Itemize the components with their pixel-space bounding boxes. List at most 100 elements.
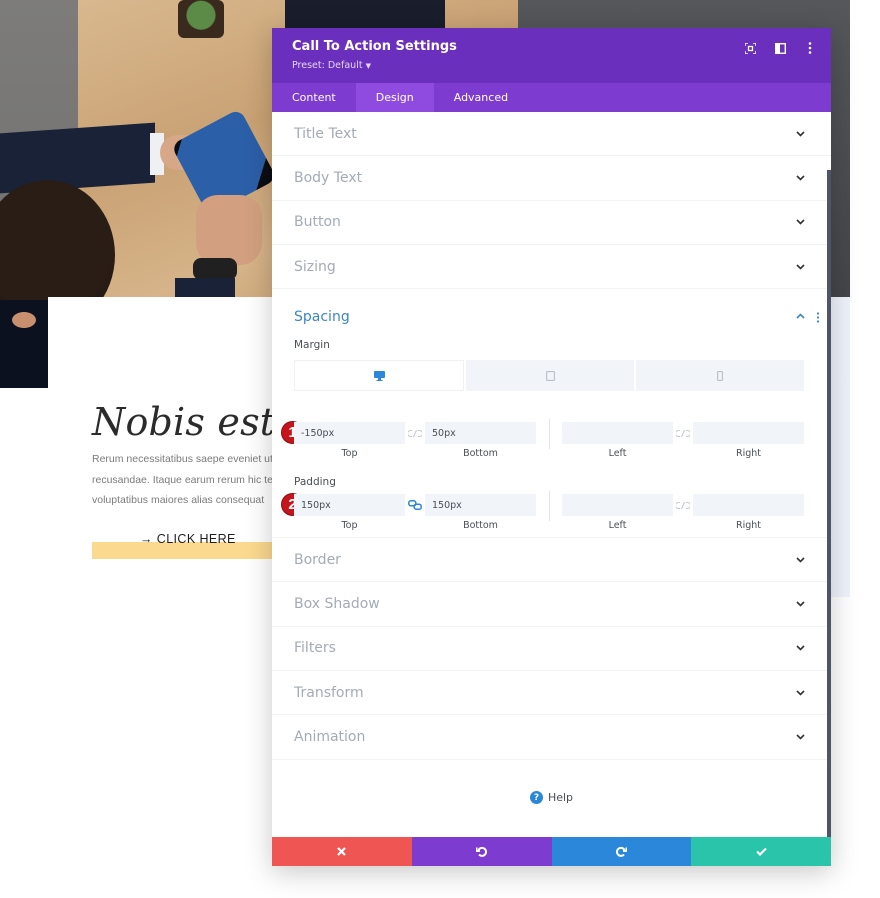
section-button[interactable]: Button xyxy=(272,201,831,245)
section-sizing[interactable]: Sizing xyxy=(272,245,831,290)
section-label: Animation xyxy=(294,729,366,746)
section-label: Sizing xyxy=(294,258,336,275)
chevron-up-icon[interactable] xyxy=(796,313,805,319)
settings-scroll-area: Title Text Body Text Button Sizing Spaci… xyxy=(272,112,831,837)
section-border[interactable]: Border xyxy=(272,538,831,583)
chevron-down-icon xyxy=(796,690,805,696)
padding-bottom-input[interactable] xyxy=(425,494,536,517)
tab-design[interactable]: Design xyxy=(355,83,434,112)
desktop-icon xyxy=(373,370,385,381)
section-label: Body Text xyxy=(294,169,363,186)
redo-icon xyxy=(615,846,627,857)
cta-body-line: Rerum necessitatibus saepe eveniet ut xyxy=(92,453,273,465)
padding-top-label: Top xyxy=(341,520,358,532)
image-hand xyxy=(196,195,262,265)
cta-body-line: voluptatibus maiores alias consequat xyxy=(92,494,265,506)
close-icon xyxy=(337,847,347,856)
margin-label: Margin xyxy=(294,339,330,352)
focus-icon[interactable] xyxy=(743,41,757,55)
cta-body-line: recusandae. Itaque earum rerum hic te xyxy=(92,473,273,486)
padding-left-input[interactable] xyxy=(562,494,673,517)
divider xyxy=(549,491,550,522)
checkmark-icon xyxy=(755,847,767,856)
padding-right-label: Right xyxy=(735,520,762,532)
chevron-down-icon xyxy=(796,734,805,740)
divider xyxy=(549,419,550,450)
chevron-down-icon xyxy=(796,219,805,225)
chevron-down-icon xyxy=(796,557,805,563)
section-animation[interactable]: Animation xyxy=(272,715,831,760)
margin-top-input[interactable] xyxy=(294,422,405,445)
section-box-shadow[interactable]: Box Shadow xyxy=(272,582,831,627)
padding-right-input[interactable] xyxy=(693,494,804,517)
image-plant xyxy=(178,0,224,38)
chevron-down-icon xyxy=(796,131,805,137)
caret-down-icon: ▼ xyxy=(365,62,371,70)
tablet-icon xyxy=(545,370,555,381)
device-tab-tablet[interactable] xyxy=(464,360,634,392)
section-title-text[interactable]: Title Text xyxy=(272,112,831,157)
section-label: Box Shadow xyxy=(294,596,380,613)
unlinked-icon[interactable] xyxy=(407,426,423,440)
image-arm xyxy=(0,122,155,194)
discard-button[interactable] xyxy=(272,837,412,866)
image-ear xyxy=(12,312,36,328)
margin-bottom-label: Bottom xyxy=(463,448,498,460)
help-label: Help xyxy=(547,791,574,804)
section-label[interactable]: Spacing xyxy=(294,309,350,325)
help-icon: ? xyxy=(529,791,543,804)
section-label: Border xyxy=(294,551,341,568)
split-view-icon[interactable] xyxy=(773,41,787,55)
margin-left-input[interactable] xyxy=(562,422,673,445)
section-label: Filters xyxy=(294,640,336,657)
scrollbar[interactable] xyxy=(827,170,831,837)
device-tab-phone[interactable] xyxy=(634,360,804,392)
undo-button[interactable] xyxy=(411,837,552,866)
linked-icon[interactable] xyxy=(407,498,423,512)
margin-bottom-input[interactable] xyxy=(425,422,536,445)
save-button[interactable] xyxy=(691,837,831,866)
section-filters[interactable]: Filters xyxy=(272,627,831,672)
redo-button[interactable] xyxy=(551,837,692,866)
section-options-icon[interactable] xyxy=(816,312,820,323)
modal-title: Call To Action Settings xyxy=(292,39,457,54)
margin-right-label: Right xyxy=(735,448,762,460)
section-spacing: Spacing Margin 1 Top xyxy=(272,289,831,539)
padding-inputs: 2 Top Bottom Left Right xyxy=(281,491,804,534)
margin-right-input[interactable] xyxy=(693,422,804,445)
chevron-down-icon xyxy=(796,263,805,270)
chevron-down-icon xyxy=(796,645,805,652)
modal-tabs: Content Design Advanced xyxy=(272,83,831,112)
margin-left-label: Left xyxy=(608,448,627,460)
responsive-device-tabs xyxy=(294,360,804,392)
chevron-down-icon xyxy=(796,175,805,181)
section-label: Transform xyxy=(294,684,364,701)
device-tab-desktop[interactable] xyxy=(294,360,464,392)
section-transform[interactable]: Transform xyxy=(272,671,831,716)
section-body-text[interactable]: Body Text xyxy=(272,156,831,201)
modal-header: Call To Action Settings Preset: Default ▼ xyxy=(272,28,831,83)
call-to-action-settings-modal: Call To Action Settings Preset: Default ▼… xyxy=(272,28,831,866)
tab-content[interactable]: Content xyxy=(272,83,356,112)
padding-bottom-label: Bottom xyxy=(463,520,498,532)
section-label: Button xyxy=(294,214,341,231)
more-options-icon[interactable] xyxy=(803,41,817,55)
help-link[interactable]: ? Help xyxy=(272,791,831,804)
undo-icon xyxy=(476,846,488,857)
padding-label: Padding xyxy=(294,476,336,489)
unlinked-icon[interactable] xyxy=(675,498,691,512)
tab-advanced[interactable]: Advanced xyxy=(434,83,528,112)
cta-click-here-button[interactable]: → CLICK HERE xyxy=(140,532,236,546)
image-notebook xyxy=(285,0,445,30)
chevron-down-icon xyxy=(796,601,805,607)
phone-icon xyxy=(717,370,723,381)
padding-top-input[interactable] xyxy=(294,494,405,517)
padding-left-label: Left xyxy=(608,520,627,532)
margin-top-label: Top xyxy=(341,448,358,460)
cta-body-text: Rerum necessitatibus saepe eveniet ut re… xyxy=(92,449,282,511)
modal-footer xyxy=(272,837,831,866)
section-label: Title Text xyxy=(294,125,357,142)
unlinked-icon[interactable] xyxy=(675,426,691,440)
preset-label: Preset: Default xyxy=(292,60,363,71)
preset-dropdown[interactable]: Preset: Default ▼ xyxy=(292,60,371,71)
